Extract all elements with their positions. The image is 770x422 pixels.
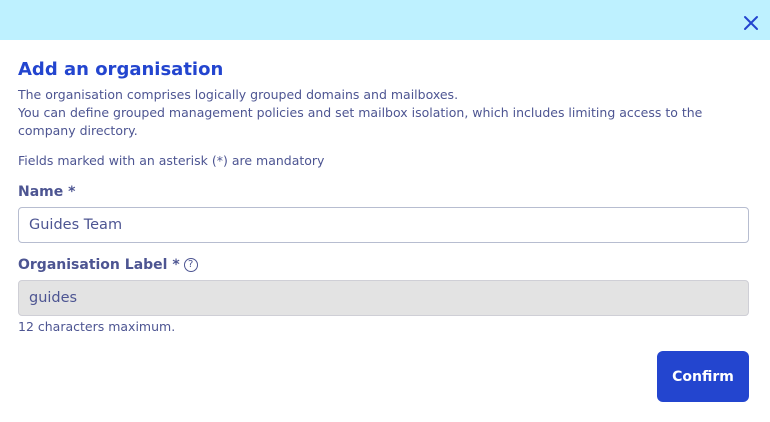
help-icon[interactable]: ? — [183, 258, 198, 272]
mandatory-note: Fields marked with an asterisk (*) are m… — [18, 153, 325, 168]
close-icon[interactable] — [743, 15, 759, 31]
name-input[interactable] — [18, 207, 749, 243]
dialog-title: Add an organisation — [18, 59, 224, 80]
organisation-label-label: Organisation Label * ? — [18, 255, 750, 275]
dialog-description: The organisation comprises logically gro… — [18, 86, 750, 140]
name-label-text: Name * — [18, 184, 76, 200]
close-button[interactable] — [740, 12, 762, 34]
description-line-2: You can define grouped management polici… — [18, 105, 703, 138]
confirm-button[interactable]: Confirm — [657, 351, 749, 402]
dialog-header — [0, 0, 770, 40]
organisation-label-input — [18, 280, 749, 316]
description-line-1: The organisation comprises logically gro… — [18, 87, 459, 102]
organisation-label-text: Organisation Label * — [18, 257, 180, 273]
name-label: Name * — [18, 182, 750, 202]
organisation-label-hint: 12 characters maximum. — [18, 319, 176, 334]
dialog-body: Add an organisation The organisation com… — [18, 58, 750, 336]
